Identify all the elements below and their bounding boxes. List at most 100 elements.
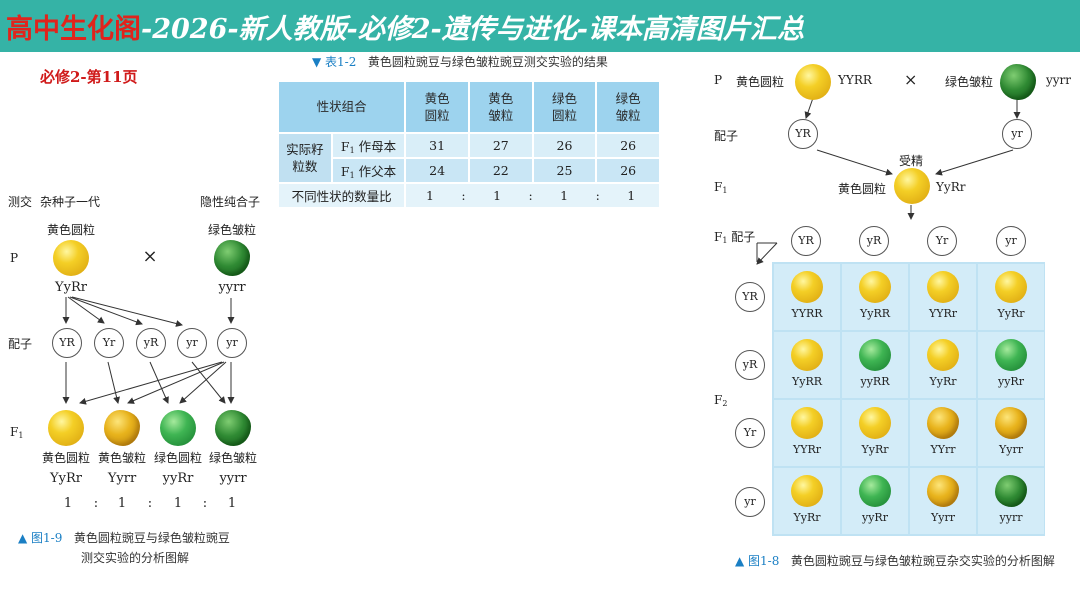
yellow-round-pea-icon [859,271,891,303]
cross-symbol: × [142,246,158,267]
offspring-name: 黄色皱粒 [97,451,147,465]
ratio-value: 1 [173,496,183,511]
offspring-genotype: yyRr [162,471,194,486]
gamete-YR: YR [788,119,818,149]
p-left-name: 黄色圆粒 [46,223,96,237]
punnett-cell: YYrr [910,400,976,466]
p-generation-label: P [10,251,19,265]
yellow-wrinkled-pea-icon [927,407,959,439]
yellow-round-pea-icon [927,339,959,371]
p-left-genotype: YYRR [838,73,872,87]
punnett-cell: YyRr [774,468,840,534]
gamete-yr: yr [1002,119,1032,149]
punnett-genotype: Yyrr [999,443,1023,456]
yellow-round-pea-icon [894,168,930,204]
p-right-name: 绿色皱粒 [207,223,257,237]
punnett-cell: Yyrr [910,468,976,534]
yellow-wrinkled-pea-icon [104,410,140,446]
punnett-genotype: YYRR [791,307,823,320]
punnett-genotype: YYRr [792,443,822,456]
f1-genotype: YyRr [936,180,966,194]
yellow-wrinkled-pea-icon [927,475,959,507]
figure-number: ▲ 图1-8 [735,554,780,568]
offspring-genotype: Yyrr [107,471,137,486]
p-generation-label: P [714,73,723,87]
caption-line: 测交实验的分析图解 [81,551,190,566]
green-round-pea-icon [859,475,891,507]
row-gamete: yR [735,350,765,380]
punnett-genotype: YyRR [859,307,891,320]
p-left-genotype: YyRr [55,280,87,295]
offspring-genotype: YyRr [50,471,82,486]
yellow-round-pea-icon [995,271,1027,303]
f1-generation-label: F1 [10,425,24,440]
recessive-label: 隐性纯合子 [200,195,261,209]
yellow-round-pea-icon [791,339,823,371]
yellow-round-pea-icon [791,271,823,303]
green-wrinkled-pea-icon [995,475,1027,507]
hybrid-label: 杂种子一代 [40,195,101,209]
offspring-name: 绿色皱粒 [208,451,258,465]
punnett-cell: YyRR [842,264,908,330]
gamete-yr-recessive: yr [217,328,247,358]
col-gamete: Yr [927,226,957,256]
punnett-cell: YYRr [774,400,840,466]
yellow-round-pea-icon [859,407,891,439]
punnett-cell: YYRr [910,264,976,330]
figure-1-8-caption: ▲ 图1-8 黄色圆粒豌豆与绿色皱粒豌豆杂交实验的分析图解 [735,551,1055,571]
punnett-cell: YYRR [774,264,840,330]
punnett-genotype: YyRr [793,511,821,524]
punnett-genotype: yyRR [860,375,890,388]
ratio-value: 1 [63,496,73,511]
punnett-cell: YyRr [842,400,908,466]
f1-generation-label: F1 [714,180,728,195]
offspring-name: 绿色圆粒 [153,451,203,465]
punnett-cell: yyRr [842,468,908,534]
punnett-genotype: YyRr [861,443,889,456]
fertilization-label: 受精 [898,154,924,168]
yellow-round-pea-icon [927,271,959,303]
f2-generation-label: F2 [714,393,728,408]
ratio-sep: : [147,496,153,511]
gamete-label: 配子 [8,337,33,351]
offspring-genotype: yyrr [219,471,247,486]
yellow-wrinkled-pea-icon [995,407,1027,439]
punnett-genotype: yyrr [999,511,1023,524]
gamete-YR: YR [52,328,82,358]
caption-line: 黄色圆粒豌豆与绿色皱粒豌豆 [73,531,230,545]
punnett-genotype: YyRr [929,375,957,388]
caption-line: 黄色圆粒豌豆与绿色皱粒豌豆杂交实验的分析图解 [790,554,1055,568]
green-round-pea-icon [995,339,1027,371]
yellow-round-pea-icon [791,407,823,439]
testcross-label: 测交 [8,195,33,209]
col-gamete: yr [996,226,1026,256]
punnett-genotype: yyRr [998,375,1024,388]
punnett-genotype: YYRr [928,307,958,320]
ratio-sep: : [202,496,208,511]
punnett-genotype: Yyrr [931,511,955,524]
punnett-genotype: YYrr [930,443,956,456]
punnett-genotype: yyRr [862,511,888,524]
ratio-value: 1 [227,496,237,511]
col-gamete: YR [791,226,821,256]
punnett-cell: yyrr [978,468,1044,534]
punnett-cell: YyRr [978,264,1044,330]
p-right-genotype: yyrr [1046,73,1072,87]
row-gamete: Yr [735,418,765,448]
yellow-round-pea-icon [53,240,89,276]
p-right-name: 绿色皱粒 [945,75,994,89]
col-gamete: yR [859,226,889,256]
p-left-name: 黄色圆粒 [736,75,785,89]
punnett-cell: YyRR [774,332,840,398]
row-gamete: YR [735,282,765,312]
yellow-round-pea-icon [795,64,831,100]
green-round-pea-icon [859,339,891,371]
yellow-round-pea-icon [791,475,823,507]
punnett-genotype: YyRr [997,307,1025,320]
punnett-cell: YyRr [910,332,976,398]
f1-name: 黄色圆粒 [838,182,887,196]
ratio-value: 1 [117,496,127,511]
p-right-genotype: yyrr [218,280,246,295]
punnett-cell: yyRr [978,332,1044,398]
figure-1-9-caption: ▲ 图1-9 黄色圆粒豌豆与绿色皱粒豌豆 测交实验的分析图解 [18,528,230,569]
